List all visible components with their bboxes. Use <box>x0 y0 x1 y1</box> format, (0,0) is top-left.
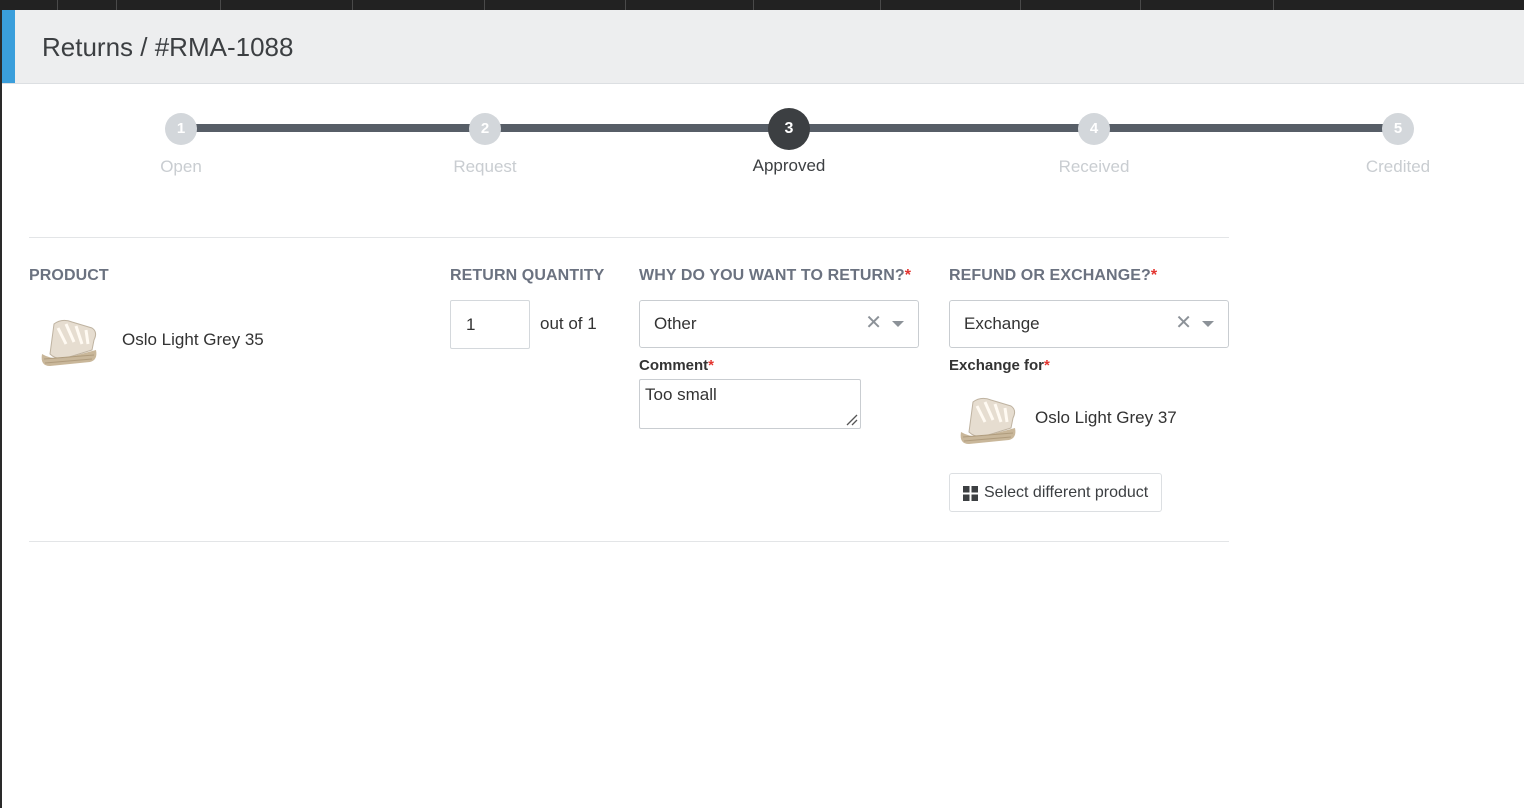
left-edge <box>0 10 2 808</box>
step-label: Credited <box>1365 157 1431 176</box>
section-divider-bottom <box>29 541 1229 542</box>
step-approved: 3 Approved <box>699 108 879 176</box>
exchange-product-image <box>960 397 1016 444</box>
step-number: 2 <box>469 113 501 145</box>
clear-icon[interactable]: ✕ <box>1175 313 1192 333</box>
step-label: Received <box>1058 157 1130 176</box>
step-label: Open <box>160 157 202 176</box>
step-request: 2 Request <box>395 113 575 177</box>
column-heading-reason-text: WHY DO YOU WANT TO RETURN? <box>639 267 905 284</box>
quantity-total-text: out of 1 <box>540 314 597 333</box>
column-heading-reason: WHY DO YOU WANT TO RETURN?* <box>639 267 911 285</box>
section-divider-top <box>29 237 1229 238</box>
step-credited: 5 Credited <box>1308 113 1488 177</box>
chevron-down-icon[interactable] <box>1202 321 1214 327</box>
refund-or-exchange-value: Exchange <box>964 314 1040 333</box>
step-number: 3 <box>768 108 810 150</box>
refund-or-exchange-select[interactable]: Exchange ✕ <box>949 300 1229 348</box>
required-marker: * <box>1044 357 1050 374</box>
comment-textarea[interactable]: Too small <box>639 379 861 429</box>
page-header: Returns / #RMA-1088 <box>2 10 1524 84</box>
comment-label: Comment* <box>639 357 714 374</box>
step-received: 4 Received <box>1004 113 1184 177</box>
column-heading-resolution: REFUND OR EXCHANGE?* <box>949 267 1157 285</box>
chevron-down-icon[interactable] <box>892 321 904 327</box>
grid-icon <box>963 486 978 501</box>
page-title: Returns / #RMA-1088 <box>42 32 294 62</box>
return-reason-value: Other <box>654 314 697 333</box>
exchange-for-label-text: Exchange for <box>949 357 1045 374</box>
column-heading-product: PRODUCT <box>29 267 109 284</box>
step-open: 1 Open <box>91 113 271 177</box>
product-image <box>41 319 97 366</box>
product-name: Oslo Light Grey 35 <box>122 330 264 349</box>
required-marker: * <box>1150 267 1158 284</box>
header-accent-bar <box>2 10 15 83</box>
return-reason-select[interactable]: Other ✕ <box>639 300 919 348</box>
step-number: 1 <box>165 113 197 145</box>
column-heading-resolution-text: REFUND OR EXCHANGE? <box>949 267 1151 284</box>
column-heading-quantity: RETURN QUANTITY <box>450 267 605 284</box>
comment-label-text: Comment <box>639 357 709 374</box>
select-different-product-label: Select different product <box>984 484 1149 501</box>
top-window-strip <box>0 0 1524 10</box>
exchange-product-name: Oslo Light Grey 37 <box>1035 408 1177 427</box>
return-quantity-input[interactable] <box>450 300 530 349</box>
required-marker: * <box>904 267 912 284</box>
required-marker: * <box>708 357 715 374</box>
comment-text: Too small <box>645 385 717 404</box>
step-label: Approved <box>752 156 826 175</box>
step-number: 4 <box>1078 113 1110 145</box>
select-different-product-button[interactable]: Select different product <box>949 473 1162 512</box>
clear-icon[interactable]: ✕ <box>865 313 882 333</box>
resize-handle-icon[interactable] <box>844 412 858 426</box>
step-number: 5 <box>1382 113 1414 145</box>
step-label: Request <box>453 157 517 176</box>
exchange-for-label: Exchange for* <box>949 357 1050 374</box>
